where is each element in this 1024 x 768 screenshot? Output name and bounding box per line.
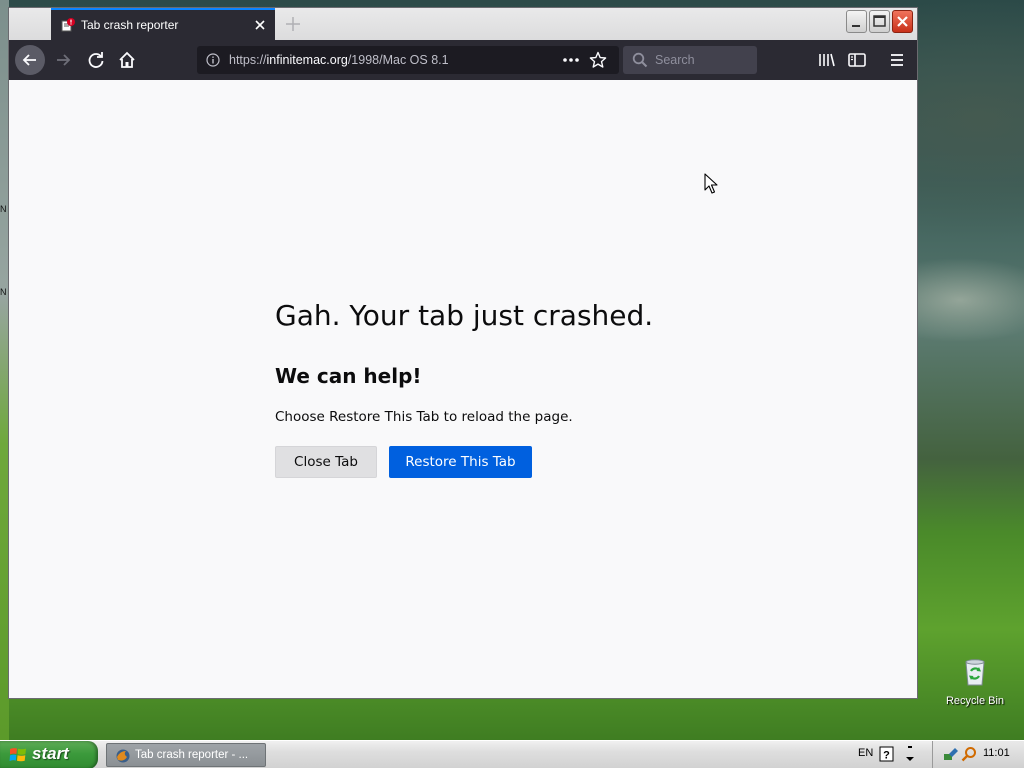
url-prefix: https:// bbox=[229, 53, 267, 67]
navigation-toolbar: https://infinitemac.org/1998/Mac OS 8.1 … bbox=[9, 40, 917, 80]
restore-tab-button[interactable]: Restore This Tab bbox=[389, 446, 532, 478]
recycle-bin-label: Recycle Bin bbox=[945, 695, 1005, 707]
hamburger-menu-icon[interactable] bbox=[883, 46, 911, 74]
url-bar[interactable]: https://infinitemac.org/1998/Mac OS 8.1 bbox=[197, 46, 619, 74]
new-tab-icon[interactable] bbox=[283, 14, 303, 34]
mouse-cursor-icon bbox=[704, 173, 718, 194]
tab-title: Tab crash reporter bbox=[81, 18, 179, 32]
maximize-button[interactable] bbox=[869, 10, 890, 33]
library-icon[interactable] bbox=[812, 46, 840, 74]
page-title: Gah. Your tab just crashed. bbox=[275, 299, 654, 332]
tab-crash-reporter[interactable]: Tab crash reporter bbox=[51, 8, 275, 40]
network-icon[interactable] bbox=[943, 746, 959, 762]
home-icon[interactable] bbox=[113, 46, 141, 74]
sidebar-icon[interactable] bbox=[843, 46, 871, 74]
help-heading: We can help! bbox=[275, 364, 422, 388]
browser-app-icon bbox=[116, 749, 130, 763]
close-icon bbox=[897, 16, 908, 27]
system-tray: 11:01 bbox=[932, 741, 1024, 768]
search-placeholder: Search bbox=[655, 53, 695, 67]
help-description: Choose Restore This Tab to reload the pa… bbox=[275, 409, 573, 425]
close-tab-button[interactable]: Close Tab bbox=[275, 446, 377, 478]
recycle-bin-icon bbox=[965, 659, 985, 686]
start-label: start bbox=[32, 744, 69, 763]
recycle-bin[interactable]: Recycle Bin bbox=[944, 656, 1006, 707]
search-tray-icon[interactable] bbox=[961, 746, 977, 762]
minimize-icon bbox=[852, 25, 860, 27]
minimize-button[interactable] bbox=[846, 10, 867, 33]
page-actions-icon[interactable] bbox=[561, 53, 581, 67]
forward-arrow-icon[interactable] bbox=[49, 46, 77, 74]
maximize-icon bbox=[873, 15, 886, 27]
search-icon bbox=[632, 52, 648, 68]
windows-logo-icon bbox=[9, 748, 26, 762]
arrow-left-icon bbox=[22, 54, 36, 66]
svg-text:?: ? bbox=[883, 750, 890, 762]
options-chevron-icon[interactable] bbox=[904, 744, 916, 764]
taskbar: start Tab crash reporter - ... EN ? 11:0… bbox=[0, 740, 1024, 768]
reload-icon[interactable] bbox=[82, 46, 110, 74]
tab-strip: Tab crash reporter bbox=[9, 8, 917, 40]
close-window-button[interactable] bbox=[892, 10, 913, 33]
url-domain: infinitemac.org bbox=[266, 53, 348, 67]
search-input[interactable]: Search bbox=[623, 46, 757, 74]
browser-window: Tab crash reporter https://infinitemac.o… bbox=[8, 7, 918, 699]
info-icon[interactable] bbox=[206, 53, 220, 67]
crash-favicon-icon bbox=[61, 18, 75, 32]
back-button[interactable] bbox=[15, 45, 45, 75]
crash-page: Gah. Your tab just crashed. We can help!… bbox=[9, 80, 917, 698]
language-indicator[interactable]: EN bbox=[858, 747, 873, 759]
help-icon[interactable]: ? bbox=[879, 746, 895, 762]
bookmark-star-icon[interactable] bbox=[589, 51, 607, 69]
desktop-artifact: N bbox=[0, 204, 7, 214]
start-button[interactable]: start bbox=[0, 741, 98, 768]
clock: 11:01 bbox=[983, 747, 1010, 759]
taskbar-item-label: Tab crash reporter - ... bbox=[135, 749, 249, 761]
desktop-artifact: N bbox=[0, 287, 7, 297]
url-path: /1998/Mac OS 8.1 bbox=[347, 53, 449, 67]
url-text: https://infinitemac.org/1998/Mac OS 8.1 bbox=[229, 53, 449, 67]
taskbar-item-browser[interactable]: Tab crash reporter - ... bbox=[106, 743, 266, 767]
close-tab-icon[interactable] bbox=[251, 16, 269, 34]
